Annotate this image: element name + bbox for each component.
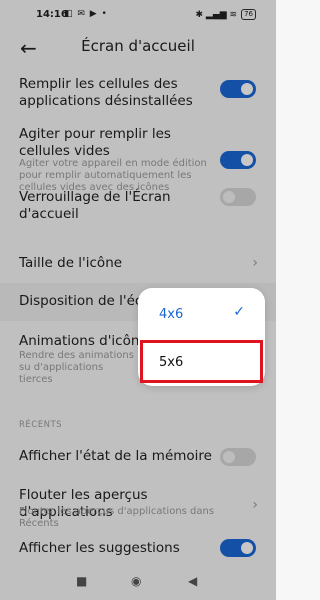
recents-square-icon[interactable]: ■ xyxy=(76,574,87,588)
option-4x6[interactable]: 4x6 ✓ xyxy=(138,292,265,338)
back-triangle-icon[interactable]: ◀ xyxy=(188,574,197,588)
home-circle-icon[interactable]: ◉ xyxy=(131,574,141,588)
highlight-box xyxy=(140,340,263,383)
navigation-bar: ■ ◉ ◀ xyxy=(0,566,276,600)
checkmark-icon: ✓ xyxy=(233,304,245,320)
option-label: 4x6 xyxy=(159,307,184,322)
